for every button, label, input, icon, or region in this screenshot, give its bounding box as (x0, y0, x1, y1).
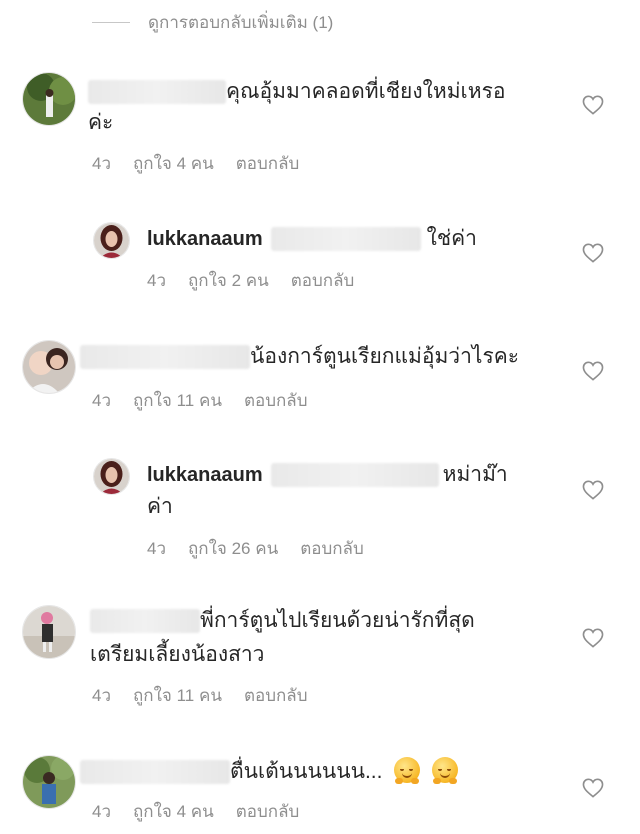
avatar-image (94, 459, 129, 494)
comment-text: ตื่นเต้นนนนนน... (80, 757, 459, 787)
avatar-image (94, 223, 129, 258)
comment-meta: 4ว ถูกใจ 4 คน ตอบกลับ (92, 150, 299, 177)
heart-icon[interactable] (582, 243, 604, 263)
reply-button[interactable]: ตอบกลับ (300, 535, 364, 562)
comment-meta: 4ว ถูกใจ 11 คน ตอบกลับ (92, 682, 308, 709)
like-count[interactable]: ถูกใจ 4 คน (133, 150, 214, 177)
heart-icon[interactable] (582, 778, 604, 798)
avatar[interactable] (22, 72, 76, 126)
reply-button[interactable]: ตอบกลับ (236, 150, 300, 177)
like-count[interactable]: ถูกใจ 26 คน (188, 535, 278, 562)
reply-text: lukkanaaum หม่าม๊า (147, 463, 508, 488)
reply-button[interactable]: ตอบกลับ (244, 682, 308, 709)
blurred-mention (270, 227, 421, 252)
view-more-replies[interactable]: ดูการตอบกลับเพิ่มเติม (1) (92, 8, 333, 36)
like-count[interactable]: ถูกใจ 4 คน (133, 798, 214, 825)
comment-text: พี่การ์ตูนไปเรียนด้วยน่ารักที่สุด (90, 606, 475, 636)
avatar[interactable] (93, 222, 130, 259)
heart-icon[interactable] (582, 628, 604, 648)
reply-button[interactable]: ตอบกลับ (244, 387, 308, 414)
heart-icon[interactable] (582, 95, 604, 115)
blurred-username (88, 80, 226, 105)
blurred-username (80, 345, 250, 370)
timestamp: 4ว (147, 271, 167, 290)
heart-icon[interactable] (582, 361, 604, 381)
avatar[interactable] (93, 458, 130, 495)
reply-text: lukkanaaum ใช่ค่า (147, 227, 477, 252)
timestamp: 4ว (92, 391, 112, 410)
comment-meta: 4ว ถูกใจ 4 คน ตอบกลับ (92, 798, 299, 825)
reply-meta: 4ว ถูกใจ 2 คน ตอบกลับ (147, 267, 354, 294)
comment-meta: 4ว ถูกใจ 11 คน ตอบกลับ (92, 387, 308, 414)
reply-text-continued: ค่า (147, 495, 173, 518)
more-replies-line (92, 21, 130, 23)
reply-username[interactable]: lukkanaaum (147, 464, 263, 486)
comment-text-continued: ค่ะ (88, 111, 114, 134)
avatar-image (23, 341, 75, 393)
avatar-image (23, 606, 75, 658)
avatar[interactable] (22, 605, 76, 659)
timestamp: 4ว (147, 539, 167, 558)
reply-button[interactable]: ตอบกลับ (291, 267, 355, 294)
like-count[interactable]: ถูกใจ 11 คน (133, 387, 222, 414)
reply-button[interactable]: ตอบกลับ (236, 798, 300, 825)
heart-icon[interactable] (582, 480, 604, 500)
like-count[interactable]: ถูกใจ 11 คน (133, 682, 222, 709)
blurred-username (80, 760, 230, 785)
comment-text: น้องการ์ตูนเรียกแม่อุ้มว่าไรคะ (80, 342, 519, 372)
avatar[interactable] (22, 340, 76, 394)
smiling-face-with-open-hands-icon (394, 757, 421, 784)
smiling-face-with-open-hands-icon (432, 757, 459, 784)
like-count[interactable]: ถูกใจ 2 คน (188, 267, 269, 294)
avatar-image (23, 73, 75, 125)
avatar[interactable] (22, 755, 76, 809)
more-replies-label: ดูการตอบกลับเพิ่มเติม (1) (148, 12, 334, 32)
avatar-image (23, 756, 75, 808)
timestamp: 4ว (92, 802, 112, 821)
reply-meta: 4ว ถูกใจ 26 คน ตอบกลับ (147, 535, 364, 562)
timestamp: 4ว (92, 686, 112, 705)
blurred-username (90, 609, 200, 634)
comment-text-continued: เตรียมเลี้ยงน้องสาว (90, 643, 265, 666)
comment-text: คุณอุ้มมาคลอดที่เชียงใหม่เหรอ (88, 77, 505, 107)
blurred-mention (270, 463, 439, 488)
timestamp: 4ว (92, 154, 112, 173)
reply-username[interactable]: lukkanaaum (147, 228, 263, 250)
